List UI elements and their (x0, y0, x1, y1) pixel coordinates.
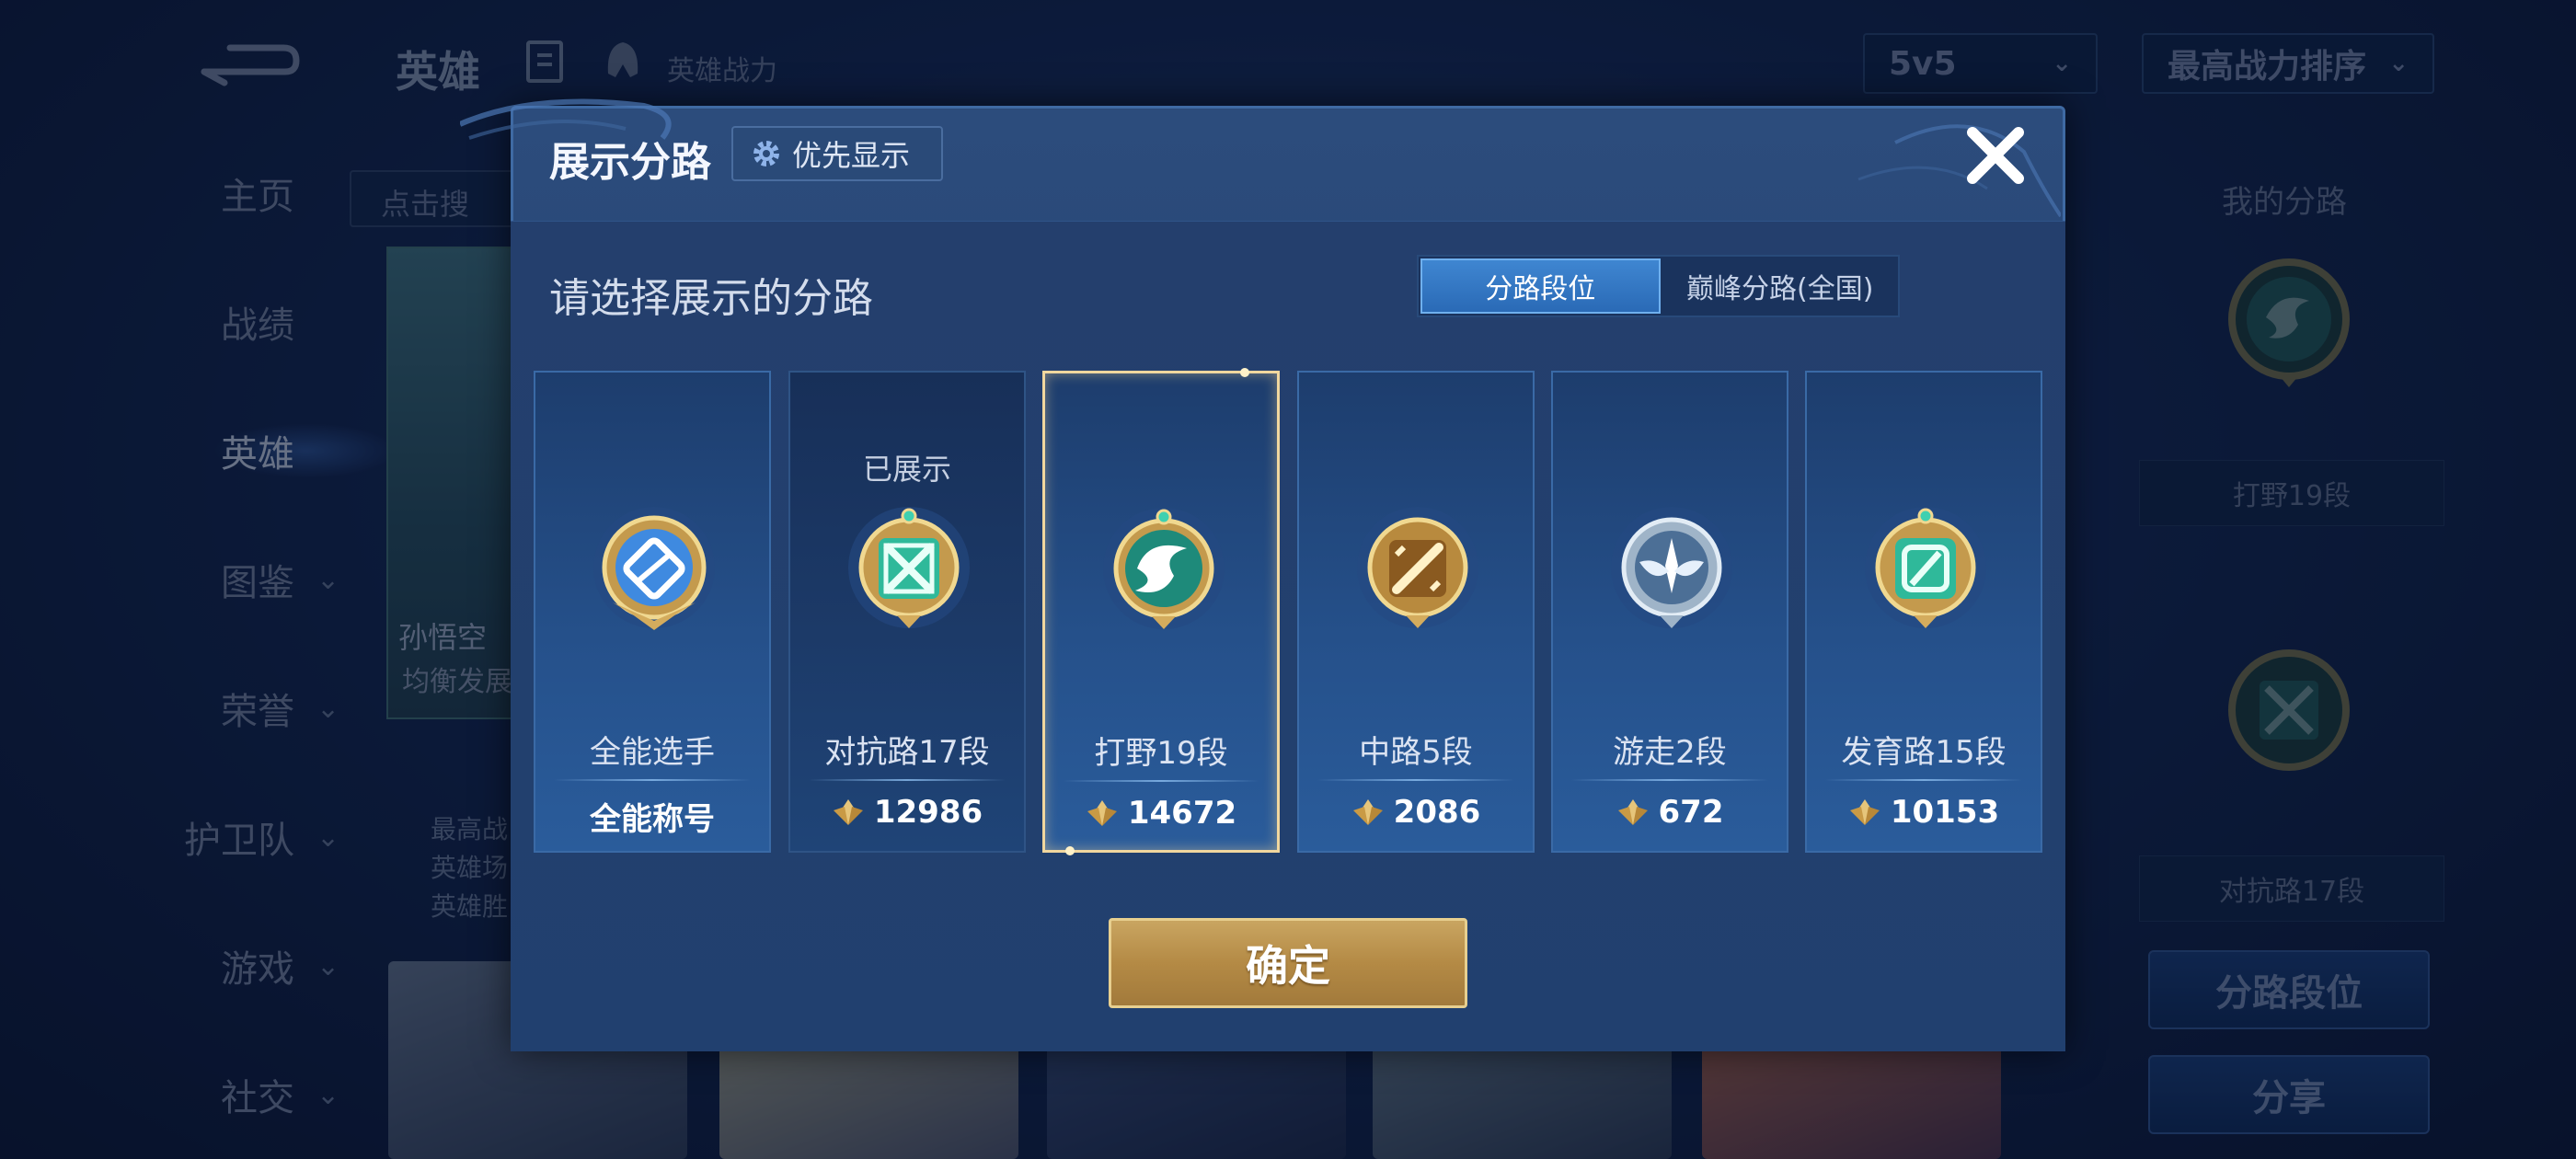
selection-corner-dot (1240, 368, 1249, 377)
lane-score: 672 (1553, 794, 1787, 831)
lane-rank-label: 打野19段 (1094, 735, 1228, 772)
power-diamond-icon (1087, 800, 1117, 826)
lane-rank-label: 全能选手 (590, 734, 715, 771)
lane-card[interactable]: 游走2段 672 (1551, 371, 1788, 853)
lane-score-value: 2086 (1393, 794, 1481, 831)
lane-score: 2086 (1299, 794, 1533, 831)
priority-display-label: 优先显示 (792, 138, 911, 173)
gear-icon (753, 141, 779, 166)
divider (1825, 779, 2022, 781)
shown-badge: 已展示 (862, 452, 951, 487)
selection-corner-dot (1065, 846, 1075, 855)
lane-rank-label: 游走2段 (1613, 734, 1727, 771)
lane-score: 10153 (1807, 794, 2041, 831)
lane-score: 12986 (790, 794, 1024, 831)
power-diamond-icon (833, 799, 863, 825)
lane-card[interactable]: 打野19段 14672 (1042, 368, 1280, 855)
divider (1317, 779, 1514, 781)
lane-rank-label: 中路5段 (1359, 734, 1473, 771)
lane-card[interactable]: 全能选手 全能称号 (534, 371, 771, 853)
lane-card[interactable]: 发育路15段 10153 (1805, 371, 2042, 853)
divider (809, 779, 1006, 781)
power-diamond-icon (1617, 799, 1648, 825)
lane-score: 全能称号 (535, 794, 769, 839)
select-lane-prompt: 请选择展示的分路 (549, 275, 873, 322)
lane-tabs: 分路段位 巅峰分路(全国) (1417, 255, 1900, 317)
lane-card[interactable]: 中路5段 2086 (1297, 371, 1535, 853)
clash-lane-emblem-icon (840, 501, 978, 639)
dialog-title: 展示分路 (549, 139, 711, 186)
divider (1064, 780, 1259, 782)
mid-lane-emblem-icon (1349, 501, 1487, 639)
lane-rank-label: 发育路15段 (1841, 734, 2007, 771)
lane-score-value: 全能称号 (590, 801, 715, 838)
lane-score-value: 14672 (1127, 795, 1237, 832)
priority-display-button[interactable]: 优先显示 (731, 126, 943, 181)
confirm-button[interactable]: 确定 (1109, 918, 1467, 1008)
farm-lane-emblem-icon (1857, 501, 1995, 639)
jungle-emblem-icon (1095, 502, 1233, 640)
tab-peak-lane[interactable]: 巅峰分路(全国) (1662, 257, 1899, 316)
lane-score: 14672 (1045, 795, 1277, 832)
lane-rank-label: 对抗路17段 (824, 734, 990, 771)
close-icon[interactable] (1961, 121, 2030, 189)
lane-card[interactable]: 已展示 对抗路17段 12986 (788, 371, 1026, 853)
lane-score-value: 12986 (873, 794, 983, 831)
power-diamond-icon (1352, 799, 1383, 825)
allround-emblem-icon (585, 501, 723, 639)
power-diamond-icon (1849, 799, 1880, 825)
tab-lane-rank[interactable]: 分路段位 (1420, 258, 1661, 314)
lane-score-value: 10153 (1890, 794, 2000, 831)
divider (1571, 779, 1768, 781)
lane-score-value: 672 (1658, 794, 1724, 831)
roam-emblem-icon (1603, 501, 1741, 639)
divider (554, 779, 751, 781)
